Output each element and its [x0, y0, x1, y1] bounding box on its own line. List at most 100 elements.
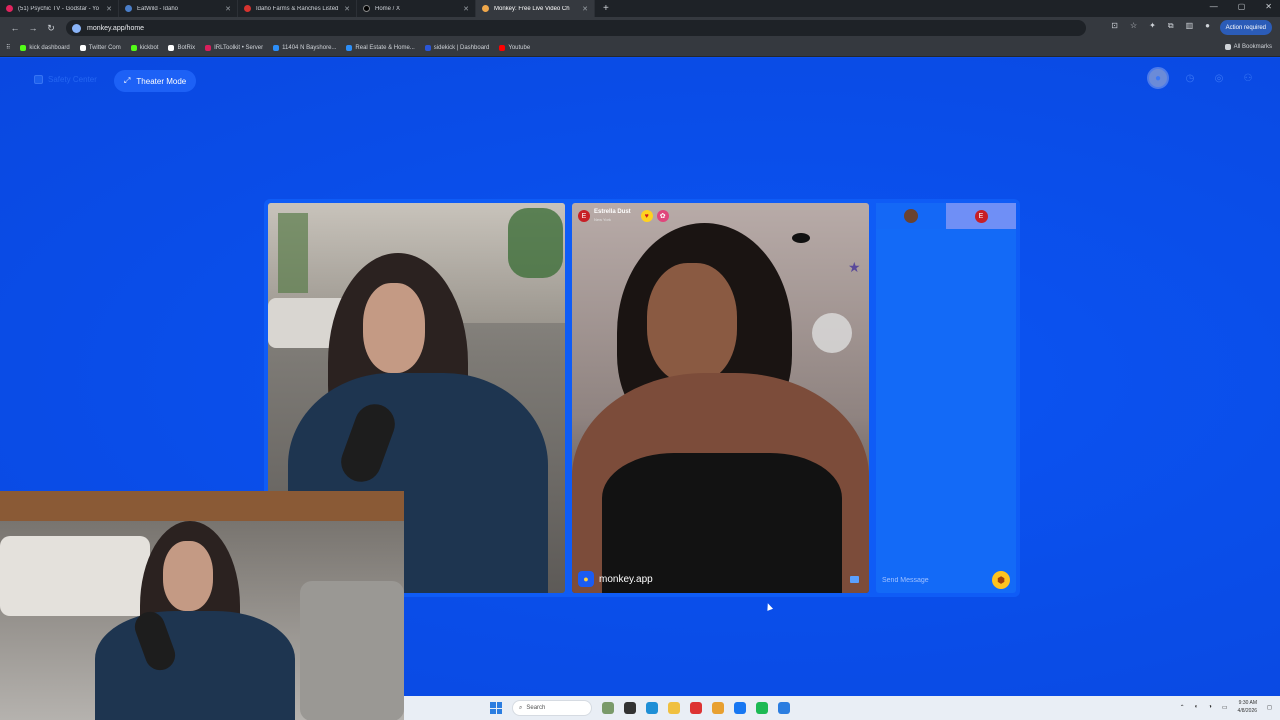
back-icon[interactable]: ←: [6, 23, 24, 33]
apps-grid-icon[interactable]: ⠿: [6, 44, 10, 51]
gift-icon[interactable]: ✿: [656, 210, 669, 222]
bookmark-item[interactable]: sidekick | Dashboard: [424, 44, 489, 51]
windows-start-icon[interactable]: [490, 702, 502, 714]
battery-icon[interactable]: ▭: [1222, 704, 1228, 711]
shield-icon: [34, 75, 43, 84]
x-favicon-icon: [363, 5, 370, 12]
safety-center-link[interactable]: Safety Center: [34, 75, 97, 84]
app-icon[interactable]: [690, 702, 702, 714]
new-tab-icon[interactable]: +: [603, 3, 609, 14]
app-icon[interactable]: [778, 702, 790, 714]
close-tab-icon[interactable]: ✕: [106, 5, 112, 13]
sidekick-icon: [424, 44, 431, 51]
tab-label: (51) Psychic TV - Godstar - Yo: [18, 5, 99, 12]
chat-input-row: ⬢: [876, 567, 1016, 593]
bookmark-item[interactable]: 11404 N Bayshore...: [273, 44, 336, 51]
install-app-icon[interactable]: ⊡: [1111, 21, 1118, 31]
widgets-icon[interactable]: [602, 702, 614, 714]
close-tab-icon[interactable]: ✕: [582, 5, 588, 13]
map-pin-favicon-icon: [244, 5, 251, 12]
spotify-icon[interactable]: [756, 702, 768, 714]
maximize-icon[interactable]: ▢: [1238, 2, 1246, 11]
file-explorer-icon[interactable]: [668, 702, 680, 714]
browser-tab[interactable]: EatWild - Idaho ✕: [119, 0, 238, 17]
close-tab-icon[interactable]: ✕: [344, 5, 350, 13]
bookmark-item[interactable]: Real Estate & Home...: [346, 44, 415, 51]
tab-label: Idaho Farms & Ranches Listed: [256, 5, 339, 12]
site-info-icon[interactable]: [72, 23, 81, 33]
heart-icon[interactable]: ♥: [640, 210, 653, 222]
extension-icon[interactable]: ✦: [1149, 21, 1156, 31]
chat-tab-self[interactable]: [876, 203, 946, 229]
notifications-icon[interactable]: ◻: [1267, 704, 1272, 711]
monkey-watermark: ● monkey.app: [578, 571, 653, 587]
minimize-icon[interactable]: —: [1210, 2, 1218, 11]
browser-tab[interactable]: Home / X ✕: [357, 0, 476, 17]
monkey-favicon-icon: [482, 5, 489, 12]
browser-tab-active[interactable]: Monkey: Free Live Video Ch ✕: [476, 0, 595, 17]
clock[interactable]: 9:30 AM 4/8/2026: [1238, 699, 1257, 715]
user-avatar[interactable]: ●: [1147, 67, 1169, 89]
gift-button-icon[interactable]: ⬢: [992, 571, 1010, 589]
caller-badge: E Estrella Dust New York ♥ ✿: [578, 209, 669, 223]
wall-moon: [812, 313, 852, 353]
folder-icon: [1224, 44, 1231, 50]
chrome-icon[interactable]: [712, 702, 724, 714]
messenger-icon[interactable]: [734, 702, 746, 714]
sidebar-icon[interactable]: ▥: [1186, 21, 1194, 31]
browser-tab[interactable]: Idaho Farms & Ranches Listed ✕: [238, 0, 357, 17]
eatwild-favicon-icon: [125, 5, 132, 12]
bookmark-item[interactable]: BotRix: [168, 44, 195, 51]
close-tab-icon[interactable]: ✕: [463, 5, 469, 13]
bookmark-item[interactable]: Youtube: [499, 44, 530, 51]
taskbar-search[interactable]: ⌕ Search: [512, 700, 592, 716]
reload-icon[interactable]: ↻: [42, 23, 60, 34]
edge-icon[interactable]: [646, 702, 658, 714]
task-view-icon[interactable]: [624, 702, 636, 714]
profile-avatar-icon[interactable]: ●: [1205, 21, 1210, 31]
chat-bubble-icon[interactable]: ◎: [1211, 70, 1227, 86]
kick-icon: [20, 44, 27, 51]
couch: [0, 536, 150, 616]
caller-location: New York: [594, 217, 611, 222]
youtube-icon: [499, 44, 506, 51]
search-label: Search: [526, 705, 546, 711]
bookmark-item[interactable]: Twitter Com: [79, 44, 121, 51]
all-bookmarks-button[interactable]: All Bookmarks: [1224, 44, 1272, 50]
close-tab-icon[interactable]: ✕: [225, 5, 231, 13]
send-message-input[interactable]: [882, 576, 992, 584]
close-window-icon[interactable]: ✕: [1265, 2, 1272, 11]
action-required-button[interactable]: Action required: [1219, 20, 1272, 35]
system-tray: ⌃ ◐ ◑ ▭ 9:30 AM 4/8/2026 ◻: [1180, 699, 1272, 715]
youtube-favicon-icon: [6, 5, 13, 12]
house-icon: [273, 44, 280, 51]
chevron-up-icon[interactable]: ⌃: [1180, 704, 1185, 711]
chat-panel: E ⬢: [876, 203, 1016, 593]
volume-icon[interactable]: ◑: [1208, 704, 1212, 710]
bookmark-item[interactable]: kick dashboard: [20, 44, 70, 51]
theater-mode-label: Theater Mode: [136, 76, 187, 86]
url-input[interactable]: monkey.app/home: [66, 20, 1086, 36]
chat-tab-partner[interactable]: E: [946, 203, 1016, 229]
friends-icon[interactable]: ⚇: [1240, 70, 1256, 86]
bat-decoration: [792, 233, 810, 243]
network-icon[interactable]: ◐: [1195, 704, 1199, 710]
person-face: [363, 283, 425, 373]
forward-icon[interactable]: →: [24, 23, 42, 33]
captions-icon[interactable]: [850, 576, 859, 583]
top-right-icons: ● ◷ ◎ ⚇: [1147, 67, 1256, 89]
bookmark-star-icon[interactable]: ☆: [1130, 21, 1137, 31]
expand-icon: ⤢: [124, 76, 131, 85]
house-icon: [346, 44, 353, 51]
kick-icon: [130, 44, 137, 51]
self-avatar: [904, 209, 918, 223]
history-icon[interactable]: ◷: [1182, 70, 1198, 86]
caller-avatar[interactable]: E: [578, 210, 590, 222]
browser-tab[interactable]: (51) Psychic TV - Godstar - Yo ✕: [0, 0, 119, 17]
bookmark-item[interactable]: kickbot: [130, 44, 158, 51]
botrix-icon: [168, 44, 175, 51]
partner-avatar: E: [974, 209, 988, 223]
extensions-puzzle-icon[interactable]: ⧉: [1168, 21, 1174, 31]
bookmark-item[interactable]: IRLToolkit • Server: [205, 44, 263, 51]
theater-mode-button[interactable]: ⤢ Theater Mode: [114, 70, 197, 92]
